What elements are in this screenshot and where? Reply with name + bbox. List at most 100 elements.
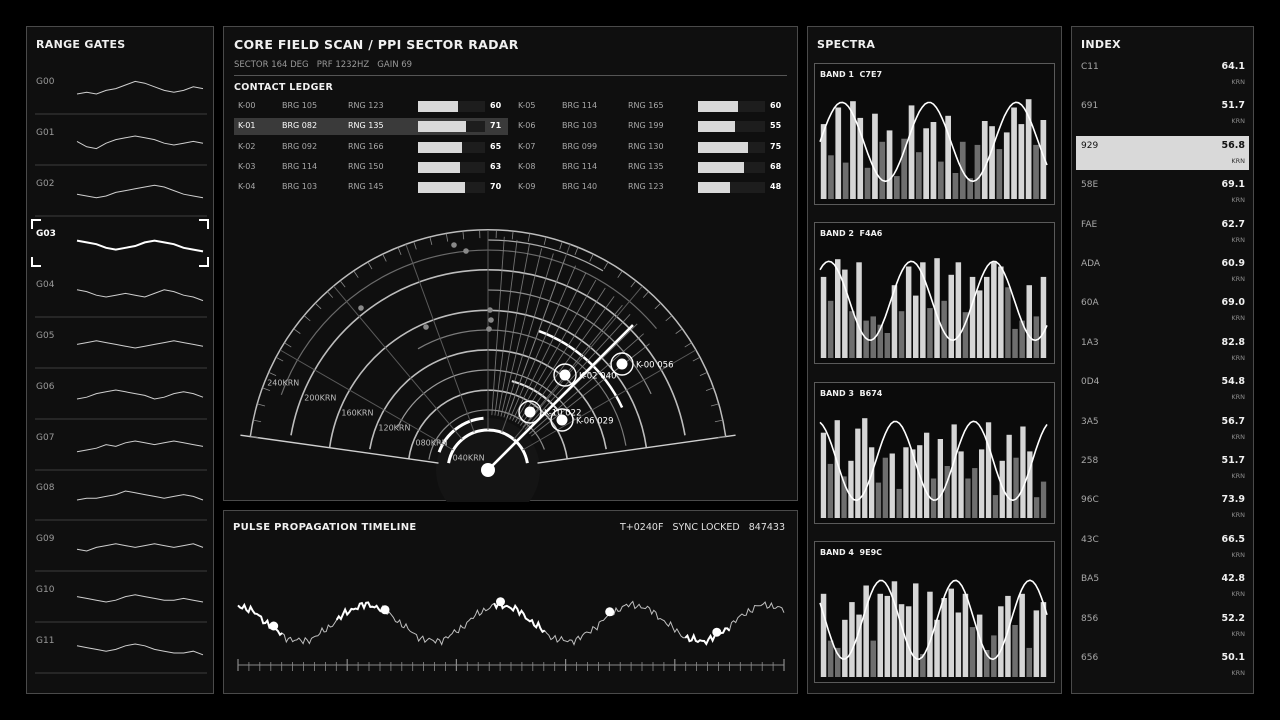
spectrum-bar [1005,287,1011,359]
range-gate-trace [35,440,207,471]
contact-row[interactable]: K-00 BRG 105 RNG 123 60 [234,98,508,115]
index-item-unit: KRN [1231,235,1245,244]
range-gate-row[interactable]: G06 [31,372,209,420]
contact-row[interactable]: K-06 BRG 103 RNG 199 55 [514,118,788,135]
index-item-unit: KRN [1231,669,1245,677]
contact-row[interactable]: K-09 BRG 140 RNG 123 48 [514,179,788,196]
index-item[interactable]: 3A5 56.7 KRN [1076,412,1249,446]
spectrum-band[interactable]: BAND 1 C7E7 [814,63,1055,205]
spectrum-bar [1003,132,1010,199]
contact-row[interactable]: K-04 BRG 103 RNG 145 70 [234,179,508,196]
radar-range-label: 240KRN [267,379,299,388]
range-gate-row[interactable]: G01 [31,118,209,166]
index-item-id: 656 [1081,653,1099,663]
contact-id: K-09 [518,182,536,192]
timeline-marker[interactable] [712,627,722,637]
radar-tick [527,233,531,242]
index-item-unit: KRN [1231,275,1245,283]
timeline-marker[interactable] [269,621,279,631]
timeline-marker[interactable] [605,607,615,617]
spectrum-band[interactable]: BAND 4 9E9C [814,540,1055,683]
radar-track[interactable]: K-00 056 [610,352,674,376]
index-item[interactable]: 96C 73.9 KRN [1076,490,1249,524]
range-gate-row[interactable]: G11 [31,626,209,674]
radar-blip [463,248,469,254]
contact-row[interactable]: K-05 BRG 114 RNG 165 60 [514,98,788,115]
index-item[interactable]: 929 56.8 KRN [1076,135,1249,170]
index-item[interactable]: 0D4 54.8 KRN [1076,372,1249,406]
index-item[interactable]: 691 51.7 KRN [1076,96,1249,130]
spectrum-band[interactable]: BAND 2 F4A6 [814,222,1055,365]
range-gate-row[interactable]: G08 [31,473,209,521]
contact-row[interactable]: K-08 BRG 114 RNG 135 68 [514,159,788,176]
timeline-highlight-segment [493,600,546,634]
contact-row[interactable]: K-01 BRG 082 RNG 135 71 [234,118,508,136]
contact-row[interactable]: K-03 BRG 114 RNG 150 63 [234,159,508,176]
contact-strength-bar [698,161,765,173]
index-item[interactable]: FAE 62.7 KRN [1076,215,1249,249]
spectrum-bar [985,421,992,518]
range-gate-row[interactable]: G04 [31,270,209,318]
radar-tick [284,342,292,348]
range-gate-row[interactable]: G10 [31,575,209,623]
spectrum-bar [1020,426,1026,518]
index-item[interactable]: 258 51.7 KRN [1076,451,1249,485]
spectrum-bar [991,262,997,359]
contact-strength-bar [698,141,765,153]
range-gate-trace [31,219,209,268]
index-item[interactable]: C11 64.1 KRN [1076,57,1249,91]
spectrum-bar [996,149,1003,199]
timeline-marker[interactable] [380,605,390,615]
contact-row[interactable]: K-02 BRG 092 RNG 166 65 [234,139,508,156]
index-item[interactable]: 656 50.1 KRN [1076,648,1249,682]
index-item-unit: KRN [1231,196,1245,205]
index-item[interactable]: 856 52.2 KRN [1076,609,1249,643]
contact-range: RNG 199 [628,121,664,131]
spectrum-bar [974,144,981,199]
index-item-unit: KRN [1231,117,1245,126]
spectrum-bar [862,417,868,518]
radar-tick [445,233,449,242]
radar-tick [692,356,701,362]
contact-id: K-02 [238,141,256,151]
spectrum-bar [820,432,827,518]
range-gate-row[interactable]: G03 [31,219,209,268]
radar-divider [234,75,787,76]
spectrum-bar [924,432,930,518]
range-gate-row[interactable]: G07 [31,423,209,471]
index-item[interactable]: ADA 60.9 KRN [1076,254,1249,288]
spectrum-bar [976,614,983,677]
radar-tick [699,372,708,377]
spectrum-bar [1026,285,1032,359]
range-gate-row[interactable]: G00 [31,67,209,115]
radar-range-label: 120KRN [378,424,410,433]
contact-bearing: BRG 114 [562,101,598,110]
index-item[interactable]: 43C 66.5 KRN [1076,530,1249,564]
contact-strength-fill [698,121,735,133]
index-title: INDEX [1081,38,1121,51]
contact-bearing: BRG 099 [562,141,598,151]
range-gate-row[interactable]: G09 [31,524,209,572]
range-gate-row[interactable]: G02 [31,169,209,217]
spectrum-bar [952,173,959,199]
contact-strength-fill [698,101,739,112]
range-gate-trace [35,490,207,521]
index-item[interactable]: 60A 69.0 KRN [1076,293,1249,327]
radar-blip [451,242,457,248]
radar-tick [257,403,266,407]
spectrum-bar [941,597,947,677]
range-gate-row[interactable]: G05 [31,321,209,369]
spectrum-band[interactable]: BAND 3 B674 [814,381,1055,524]
index-item[interactable]: 58E 69.1 KRN [1076,175,1249,209]
spectrum-bar [991,635,997,677]
radar-tick [617,270,623,278]
spectrum-bar [958,450,964,518]
index-item[interactable]: BA5 42.8 KRN [1076,569,1249,603]
timeline-marker[interactable] [496,597,505,607]
spectrum-bar [848,460,854,518]
spectrum-bar [934,619,940,677]
spectra-title: SPECTRA [817,38,876,51]
index-item[interactable]: 1A3 82.8 KRN [1076,333,1249,367]
spectrum-bar [1006,434,1012,518]
contact-row[interactable]: K-07 BRG 099 RNG 130 75 [514,139,788,156]
